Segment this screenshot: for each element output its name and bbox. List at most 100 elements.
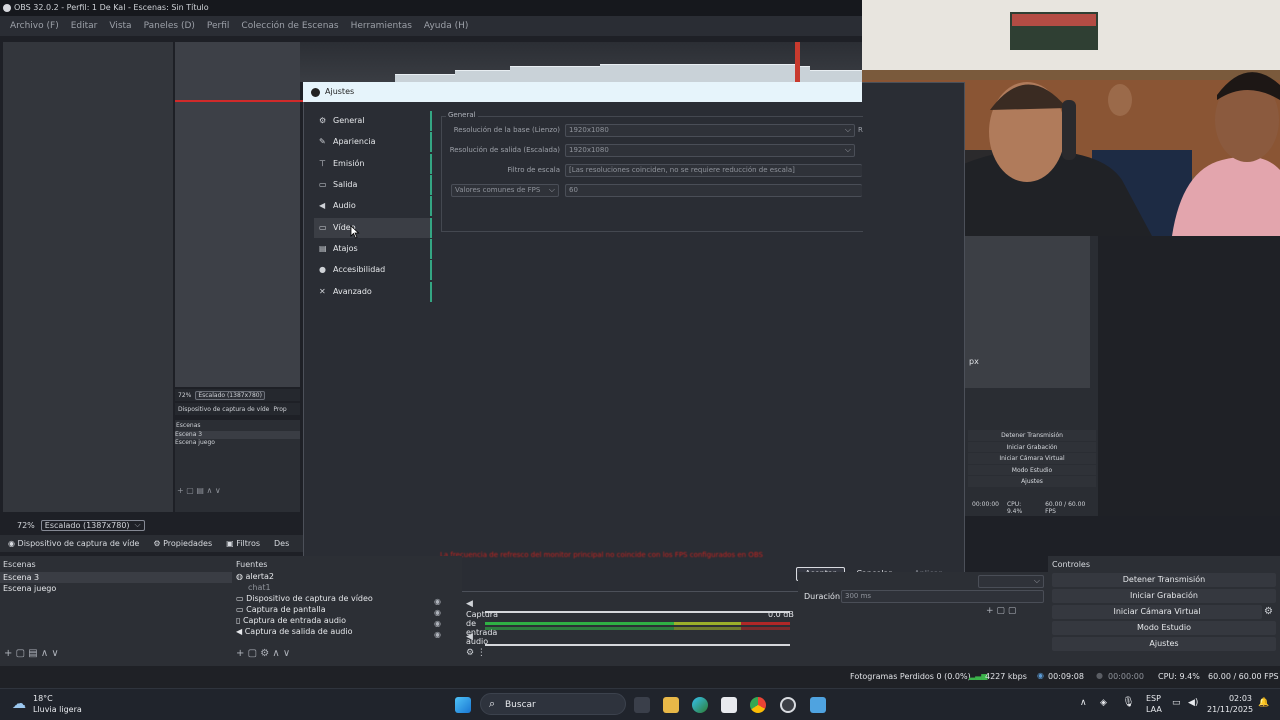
tab-filters[interactable]: ▣ Filtros: [226, 539, 260, 548]
status-bar: Fotogramas Perdidos 0 (0.0%) ▂▃▅ 4227 kb…: [0, 666, 1280, 688]
category-atajos[interactable]: ▤ Atajos: [314, 239, 432, 259]
category-audio[interactable]: ◀ Audio: [314, 196, 432, 216]
obs-taskbar-icon[interactable]: [780, 697, 796, 713]
gear-icon[interactable]: ⚙: [260, 648, 269, 659]
app-f-icon[interactable]: [810, 697, 826, 713]
category-salida[interactable]: ▭ Salida: [314, 175, 432, 195]
menu-ayuda[interactable]: Ayuda (H): [418, 16, 474, 36]
windows-start-icon[interactable]: [455, 697, 471, 713]
menu-vista[interactable]: Vista: [103, 16, 137, 36]
category-label: Avanzado: [333, 287, 372, 296]
remove-transition-icon[interactable]: ▢: [996, 606, 1005, 616]
nested-px-label: px: [969, 357, 979, 366]
gear-icon[interactable]: ⚙: [1264, 606, 1273, 617]
task-view-icon[interactable]: [634, 697, 650, 713]
move-down-icon[interactable]: ∨: [51, 648, 58, 659]
category-video[interactable]: ▭ Vídeo: [314, 218, 432, 238]
category-general[interactable]: ⚙ General: [314, 111, 432, 131]
source-item[interactable]: chat1: [236, 582, 462, 593]
microphone-icon[interactable]: 🎙: [1122, 697, 1135, 708]
settings-category-list: ⚙ General ✎ Apariencia ⊤ Emisión ▭ Salida ◀ A…: [314, 110, 432, 302]
fps-value-select[interactable]: 60: [565, 184, 862, 197]
speaker-icon[interactable]: ◀: [466, 599, 473, 609]
move-up-icon[interactable]: ∧: [272, 648, 279, 659]
remove-scene-icon[interactable]: ▢: [16, 648, 25, 659]
stop-stream-button[interactable]: Detener Transmisión: [1052, 573, 1276, 587]
tab-more-label: Des: [274, 539, 290, 548]
move-down-icon[interactable]: ∨: [283, 648, 290, 659]
volume-slider[interactable]: [485, 644, 790, 646]
transition-settings-icon[interactable]: ▢: [1008, 606, 1017, 616]
menu-editar[interactable]: Editar: [65, 16, 104, 36]
fps-type-select[interactable]: Valores comunes de FPS: [451, 184, 559, 197]
clock-time[interactable]: 02:03: [1222, 694, 1252, 703]
wrench-icon: ✕: [319, 287, 326, 296]
tab-properties[interactable]: ⚙ Propiedades: [153, 539, 212, 548]
category-avanzado[interactable]: ✕ Avanzado: [314, 282, 432, 302]
tab-more[interactable]: Des: [274, 539, 289, 548]
fps-value: 60: [569, 186, 578, 194]
source-item[interactable]: ▭ Dispositivo de captura de vídeo: [236, 593, 462, 604]
file-explorer-icon[interactable]: [663, 697, 679, 713]
scene-item[interactable]: Escena juego: [0, 583, 232, 594]
tab-source[interactable]: ◉ Dispositivo de captura de víde: [8, 539, 139, 548]
notification-bell-icon[interactable]: 🔔: [1258, 698, 1269, 708]
tray-chevron-icon[interactable]: ∧: [1080, 698, 1087, 708]
scene-item[interactable]: Escena 3: [0, 572, 232, 583]
language-layout[interactable]: LAA: [1146, 705, 1162, 714]
category-accesibilidad[interactable]: ● Accesibilidad: [314, 260, 432, 280]
category-emision[interactable]: ⊤ Emisión: [314, 154, 432, 174]
chrome-icon[interactable]: [750, 697, 766, 713]
scene-filter-icon[interactable]: ▤: [28, 648, 37, 659]
start-recording-button[interactable]: Iniciar Grabación: [1052, 589, 1276, 603]
nested-status: 00:00:00 CPU: 9.4% 60.00 / 60.00 FPS: [972, 501, 1096, 515]
menu-archivo[interactable]: Archivo (F): [4, 16, 65, 36]
menu-paneles[interactable]: Paneles (D): [138, 16, 201, 36]
volume-slider[interactable]: [485, 611, 790, 613]
source-item[interactable]: ▭ Captura de pantalla: [236, 604, 462, 615]
out-res-select[interactable]: 1920x1080: [565, 144, 855, 157]
nested-toolbar: + ▢ ▤ ∧ ∨: [177, 486, 221, 495]
category-apariencia[interactable]: ✎ Apariencia: [314, 132, 432, 152]
eye-icon[interactable]: ◉: [434, 596, 441, 607]
gear-icon[interactable]: ⚙ ⋮: [466, 648, 486, 658]
source-item[interactable]: ◍ alerta2: [236, 571, 462, 582]
transition-select[interactable]: [978, 575, 1044, 588]
display-icon[interactable]: ▭: [1172, 698, 1181, 708]
studio-mode-button[interactable]: Modo Estudio: [1052, 621, 1276, 635]
nested-control: Detener Transmisión: [968, 430, 1096, 442]
eye-icon[interactable]: ◉: [434, 607, 441, 618]
add-transition-icon[interactable]: +: [986, 606, 994, 616]
add-source-icon[interactable]: +: [236, 648, 244, 659]
clock-date[interactable]: 21/11/2025: [1207, 705, 1253, 714]
menu-perfil[interactable]: Perfil: [201, 16, 236, 36]
eye-icon[interactable]: ◉: [434, 618, 441, 629]
start-virtual-camera-button[interactable]: Iniciar Cámara Virtual: [1052, 605, 1262, 619]
eye-icon[interactable]: ◉: [434, 629, 441, 640]
store-icon[interactable]: [721, 697, 737, 713]
menu-herramientas[interactable]: Herramientas: [345, 16, 418, 36]
duration-label: Duración: [804, 592, 841, 601]
settings-button[interactable]: Ajustes: [1052, 637, 1276, 651]
volume-icon[interactable]: ◀): [1188, 698, 1198, 708]
remove-source-icon[interactable]: ▢: [248, 648, 257, 659]
category-label: Audio: [333, 201, 356, 210]
language-code[interactable]: ESP: [1146, 694, 1161, 703]
edge-icon[interactable]: [692, 697, 708, 713]
scale-select[interactable]: Escalado (1387x780): [40, 519, 145, 531]
source-item[interactable]: ▯ Captura de entrada audio: [236, 615, 462, 626]
move-up-icon[interactable]: ∧: [41, 648, 48, 659]
search-box[interactable]: ⌕ Buscar: [480, 693, 626, 715]
camera-icon: ◉: [8, 539, 18, 548]
weather-icon[interactable]: ☁: [12, 696, 26, 712]
search-icon: ⌕: [489, 697, 496, 710]
scale-filter-select[interactable]: [Las resoluciones coinciden, no se requi…: [565, 164, 862, 177]
nested-control: Modo Estudio: [968, 464, 1096, 476]
base-res-select[interactable]: 1920x1080: [565, 124, 855, 137]
network-icon[interactable]: ◈: [1100, 698, 1107, 708]
add-scene-icon[interactable]: +: [4, 648, 12, 659]
duration-input[interactable]: 300 ms: [841, 590, 1044, 603]
preview-canvas[interactable]: [3, 42, 173, 512]
source-item[interactable]: ◀ Captura de salida de audio: [236, 626, 462, 637]
menu-coleccion[interactable]: Colección de Escenas: [235, 16, 344, 36]
